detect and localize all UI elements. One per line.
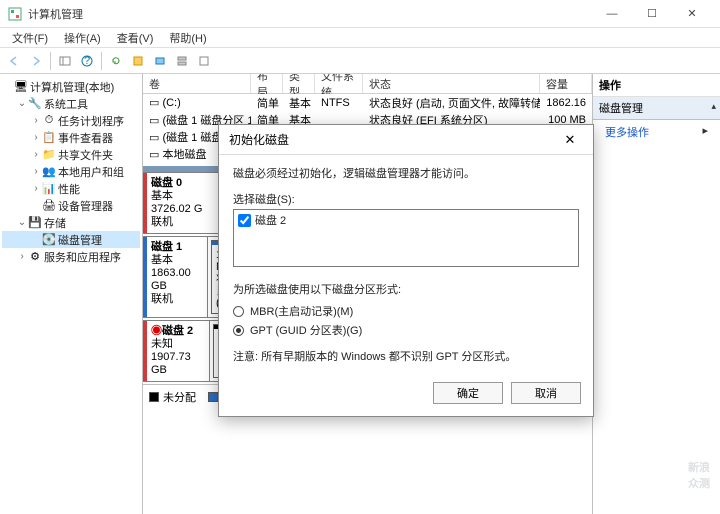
dialog-titlebar: 初始化磁盘 ✕: [219, 125, 593, 155]
ok-button[interactable]: 确定: [433, 382, 503, 404]
tree-disk-management[interactable]: 💽磁盘管理: [2, 231, 140, 248]
actions-header: 操作: [593, 74, 720, 97]
tool-help-icon[interactable]: ?: [77, 51, 97, 71]
watermark: 新浪众测: [688, 460, 710, 492]
window-title: 计算机管理: [28, 6, 592, 22]
tree-item-device-mgr[interactable]: 🖨设备管理器: [2, 197, 140, 214]
app-icon: [8, 7, 22, 21]
disk-checkbox[interactable]: [238, 214, 251, 227]
tool-action3-icon[interactable]: [172, 51, 192, 71]
services-icon: ⚙: [28, 250, 42, 264]
tool-action2-icon[interactable]: [150, 51, 170, 71]
legend-unallocated: 未分配: [149, 389, 196, 405]
partition-style-label: 为所选磁盘使用以下磁盘分区形式:: [233, 281, 579, 297]
tool-properties-icon[interactable]: [194, 51, 214, 71]
users-icon: 👥: [42, 165, 56, 179]
col-volume[interactable]: 卷: [143, 74, 251, 93]
toolbar: ?: [0, 48, 720, 74]
tree-services[interactable]: ›⚙ 服务和应用程序: [2, 248, 140, 265]
tree-item-task-scheduler[interactable]: ›⏱任务计划程序: [2, 112, 140, 129]
nav-tree: 🖥 计算机管理(本地) ⌄🔧 系统工具 ›⏱任务计划程序 ›📋事件查看器 ›📁共…: [0, 74, 143, 514]
maximize-button[interactable]: ☐: [632, 0, 672, 28]
volume-row[interactable]: ▭ (C:)简单基本NTFS状态良好 (启动, 页面文件, 故障转储, 基本数据…: [143, 94, 592, 111]
tree-storage[interactable]: ⌄💾 存储: [2, 214, 140, 231]
clock-icon: ⏱: [42, 114, 56, 128]
radio-mbr[interactable]: MBR(主启动记录)(M): [233, 303, 579, 319]
menu-bar: 文件(F) 操作(A) 查看(V) 帮助(H): [0, 28, 720, 48]
svg-text:?: ?: [84, 55, 90, 67]
tool-show-hide-icon[interactable]: [55, 51, 75, 71]
dialog-note: 注意: 所有早期版本的 Windows 都不识别 GPT 分区形式。: [233, 348, 579, 364]
tree-item-shared-folders[interactable]: ›📁共享文件夹: [2, 146, 140, 163]
computer-icon: 🖥: [14, 80, 28, 94]
tree-system-tools[interactable]: ⌄🔧 系统工具: [2, 95, 140, 112]
volume-list-header: 卷 布局 类型 文件系统 状态 容量: [143, 74, 592, 94]
menu-action[interactable]: 操作(A): [56, 30, 109, 46]
close-button[interactable]: ✕: [672, 0, 712, 28]
menu-file[interactable]: 文件(F): [4, 30, 56, 46]
window-titlebar: 计算机管理 — ☐ ✕: [0, 0, 720, 28]
tool-action1-icon[interactable]: [128, 51, 148, 71]
forward-icon[interactable]: [26, 51, 46, 71]
actions-panel: 操作 磁盘管理▴ 更多操作▸: [593, 74, 720, 514]
actions-section[interactable]: 磁盘管理▴: [593, 97, 720, 120]
tool-refresh-icon[interactable]: [106, 51, 126, 71]
folder-icon: 📁: [42, 148, 56, 162]
device-icon: 🖨: [42, 199, 56, 213]
dialog-title: 初始化磁盘: [229, 131, 557, 148]
event-icon: 📋: [42, 131, 56, 145]
menu-help[interactable]: 帮助(H): [161, 30, 214, 46]
radio-gpt[interactable]: GPT (GUID 分区表)(G): [233, 322, 579, 338]
cancel-button[interactable]: 取消: [511, 382, 581, 404]
disk-icon: 💽: [42, 233, 56, 247]
col-layout[interactable]: 布局: [251, 74, 283, 93]
initialize-disk-dialog: 初始化磁盘 ✕ 磁盘必须经过初始化，逻辑磁盘管理器才能访问。 选择磁盘(S): …: [218, 124, 594, 417]
radio-icon[interactable]: [233, 306, 244, 317]
disk-select-list[interactable]: 磁盘 2: [233, 209, 579, 267]
storage-icon: 💾: [28, 216, 42, 230]
collapse-icon[interactable]: ▴: [711, 101, 716, 112]
disk-select-item[interactable]: 磁盘 2: [234, 210, 578, 230]
minimize-button[interactable]: —: [592, 0, 632, 28]
perf-icon: 📊: [42, 182, 56, 196]
col-status[interactable]: 状态: [363, 74, 540, 93]
tree-item-local-users[interactable]: ›👥本地用户和组: [2, 163, 140, 180]
col-type[interactable]: 类型: [283, 74, 315, 93]
col-capacity[interactable]: 容量: [540, 74, 592, 93]
back-icon[interactable]: [4, 51, 24, 71]
dialog-close-button[interactable]: ✕: [557, 132, 583, 148]
wrench-icon: 🔧: [28, 97, 42, 111]
menu-view[interactable]: 查看(V): [109, 30, 162, 46]
col-fs[interactable]: 文件系统: [315, 74, 363, 93]
select-disk-label: 选择磁盘(S):: [233, 191, 579, 207]
dialog-message: 磁盘必须经过初始化，逻辑磁盘管理器才能访问。: [233, 165, 579, 181]
tree-item-performance[interactable]: ›📊性能: [2, 180, 140, 197]
radio-icon[interactable]: [233, 325, 244, 336]
actions-more[interactable]: 更多操作▸: [593, 120, 720, 144]
tree-root[interactable]: 🖥 计算机管理(本地): [2, 78, 140, 95]
tree-item-event-viewer[interactable]: ›📋事件查看器: [2, 129, 140, 146]
